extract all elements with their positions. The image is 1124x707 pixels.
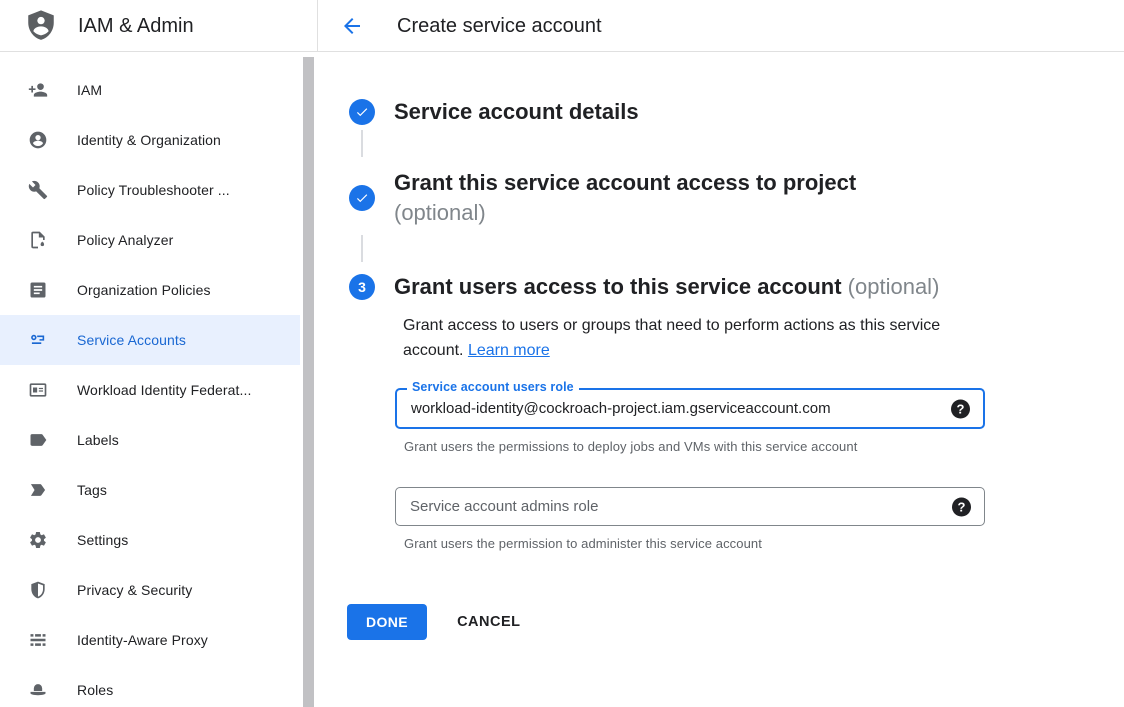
sidebar-item-label: IAM	[77, 82, 102, 98]
step-3-number: 3	[358, 279, 366, 295]
iam-sidebar: IAM Identity & Organization Policy Troub…	[0, 53, 300, 707]
sidebar-item-iam[interactable]: IAM	[0, 65, 300, 115]
step-3-description: Grant access to users or groups that nee…	[403, 313, 961, 363]
service-account-icon	[28, 330, 48, 350]
step-2-complete-check-icon	[349, 185, 375, 211]
sidebar-item-label: Roles	[77, 682, 113, 698]
gear-icon	[28, 530, 48, 550]
page-header: Create service account	[318, 0, 1124, 52]
help-icon[interactable]: ?	[952, 497, 971, 516]
sidebar-item-label: Workload Identity Federat...	[77, 382, 252, 398]
done-button[interactable]: DONE	[347, 604, 427, 640]
step-3-title-text: Grant users access to this service accou…	[394, 274, 842, 299]
sidebar-scrollbar-track	[301, 53, 317, 707]
help-icon[interactable]: ?	[951, 399, 970, 418]
gcp-console-window: IAM & Admin Create service account IAM I…	[0, 0, 1124, 707]
step-connector	[361, 235, 363, 262]
policy-analyzer-icon	[28, 230, 48, 250]
create-service-account-form: Service account details Grant this servi…	[318, 53, 1124, 707]
step-1-complete-check-icon	[349, 99, 375, 125]
step-1-title: Service account details	[394, 97, 639, 127]
sidebar-item-policy-troubleshooter[interactable]: Policy Troubleshooter ...	[0, 165, 300, 215]
top-bar: IAM & Admin Create service account	[0, 0, 1124, 52]
iam-shield-logo-icon	[24, 7, 58, 45]
step-3-number-badge: 3	[349, 274, 375, 300]
sidebar-item-label: Service Accounts	[77, 332, 186, 348]
step-3-optional-label: (optional)	[848, 274, 940, 299]
proxy-icon	[28, 630, 48, 650]
step-2-title-text: Grant this service account access to pro…	[394, 170, 856, 195]
sidebar-item-privacy-security[interactable]: Privacy & Security	[0, 565, 300, 615]
learn-more-link[interactable]: Learn more	[468, 342, 550, 359]
sidebar-item-label: Policy Troubleshooter ...	[77, 182, 230, 198]
sidebar-item-identity-organization[interactable]: Identity & Organization	[0, 115, 300, 165]
article-icon	[28, 280, 48, 300]
users-role-helper-text: Grant users the permissions to deploy jo…	[404, 439, 857, 454]
page-title: Create service account	[397, 15, 602, 38]
sidebar-item-label: Privacy & Security	[77, 582, 192, 598]
sidebar-item-settings[interactable]: Settings	[0, 515, 300, 565]
sidebar-item-label: Identity-Aware Proxy	[77, 632, 208, 648]
person-add-icon	[28, 80, 48, 100]
step-3-title: Grant users access to this service accou…	[394, 272, 939, 302]
hat-icon	[28, 680, 48, 700]
users-role-input[interactable]	[397, 390, 983, 427]
sidebar-item-service-accounts[interactable]: Service Accounts	[0, 315, 300, 365]
sidebar-item-tags[interactable]: Tags	[0, 465, 300, 515]
sidebar-item-label: Labels	[77, 432, 119, 448]
sidebar-item-label: Organization Policies	[77, 282, 211, 298]
id-card-icon	[28, 380, 48, 400]
step-connector	[361, 130, 363, 157]
account-circle-icon	[28, 130, 48, 150]
service-account-admins-role-field: ?	[395, 487, 985, 526]
sidebar-item-label: Settings	[77, 532, 128, 548]
service-account-users-role-field: Service account users role ?	[395, 388, 985, 429]
product-header: IAM & Admin	[0, 0, 318, 52]
step-1-service-account-details: Service account details	[349, 97, 639, 127]
admins-role-input[interactable]	[396, 488, 984, 525]
sidebar-item-policy-analyzer[interactable]: Policy Analyzer	[0, 215, 300, 265]
sidebar-item-workload-identity-federation[interactable]: Workload Identity Federat...	[0, 365, 300, 415]
sidebar-item-label: Policy Analyzer	[77, 232, 173, 248]
admins-role-helper-text: Grant users the permission to administer…	[404, 536, 762, 551]
label-icon	[28, 430, 48, 450]
sidebar-item-identity-aware-proxy[interactable]: Identity-Aware Proxy	[0, 615, 300, 665]
step-2-optional-label: (optional)	[394, 200, 486, 225]
shield-icon	[28, 580, 48, 600]
sidebar-item-label: Tags	[77, 482, 107, 498]
form-actions: DONE CANCEL	[347, 604, 520, 640]
step-3-grant-users-access: 3 Grant users access to this service acc…	[349, 272, 939, 302]
sidebar-item-label: Identity & Organization	[77, 132, 221, 148]
sidebar-scrollbar-thumb[interactable]	[303, 57, 314, 707]
sidebar-item-roles[interactable]: Roles	[0, 665, 300, 707]
back-arrow-icon[interactable]	[340, 14, 364, 38]
step-2-title: Grant this service account access to pro…	[394, 168, 894, 228]
step-2-grant-access-to-project: Grant this service account access to pro…	[349, 168, 894, 228]
sidebar-item-labels[interactable]: Labels	[0, 415, 300, 465]
sidebar-item-organization-policies[interactable]: Organization Policies	[0, 265, 300, 315]
cancel-button[interactable]: CANCEL	[457, 614, 520, 630]
product-title: IAM & Admin	[78, 15, 194, 38]
wrench-icon	[28, 180, 48, 200]
tag-arrow-icon	[28, 480, 48, 500]
